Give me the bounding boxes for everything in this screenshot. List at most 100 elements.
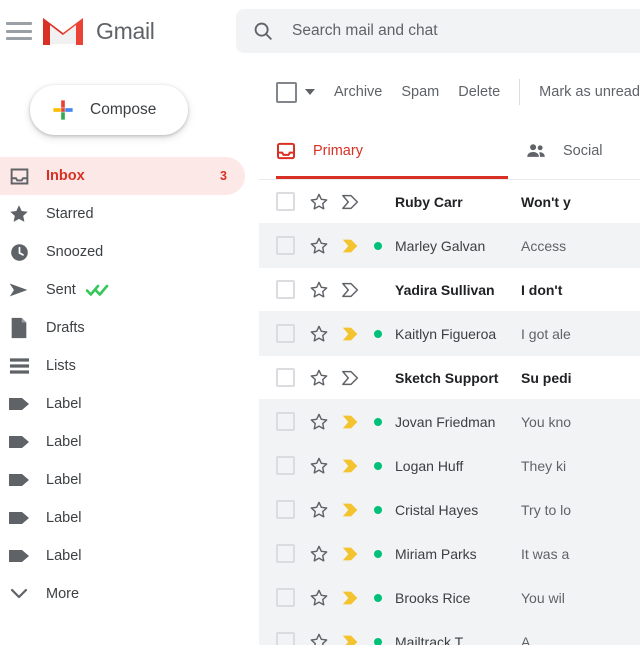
label-icon xyxy=(8,393,30,415)
important-marker-icon[interactable] xyxy=(341,500,361,520)
table-row[interactable]: Ruby Carr Won't y xyxy=(259,180,640,224)
star-icon[interactable] xyxy=(309,632,329,645)
star-icon[interactable] xyxy=(309,236,329,256)
row-checkbox[interactable] xyxy=(276,192,295,211)
spam-button[interactable]: Spam xyxy=(401,84,439,100)
sidebar-item-snoozed[interactable]: Snoozed xyxy=(0,233,245,271)
sidebar-item-more[interactable]: More xyxy=(0,575,245,613)
important-marker-icon[interactable] xyxy=(341,632,361,645)
tab-social[interactable]: Social xyxy=(526,122,603,179)
list-toolbar: Archive Spam Delete Mark as unread xyxy=(259,62,640,122)
row-checkbox[interactable] xyxy=(276,588,295,607)
mark-as-unread-button[interactable]: Mark as unread xyxy=(539,84,640,100)
search-bar[interactable]: Search mail and chat xyxy=(236,9,640,53)
important-marker-icon[interactable] xyxy=(341,368,361,388)
tab-label: Social xyxy=(563,143,603,159)
star-icon xyxy=(8,203,30,225)
compose-button[interactable]: Compose xyxy=(30,85,188,135)
important-marker-icon[interactable] xyxy=(341,588,361,608)
row-checkbox[interactable] xyxy=(276,368,295,387)
chevron-down-icon xyxy=(8,583,30,605)
email-sender: Jovan Friedman xyxy=(395,414,521,430)
brand-name: Gmail xyxy=(96,18,155,45)
sidebar-item-inbox[interactable]: Inbox 3 xyxy=(0,157,245,195)
inbox-unread-badge: 3 xyxy=(220,169,227,183)
label-icon xyxy=(8,545,30,567)
label-icon xyxy=(8,507,30,529)
sidebar-item-starred[interactable]: Starred xyxy=(0,195,245,233)
important-marker-icon[interactable] xyxy=(341,280,361,300)
table-row[interactable]: Yadira Sullivan I don't xyxy=(259,268,640,312)
email-sender: Marley Galvan xyxy=(395,238,521,254)
important-marker-icon[interactable] xyxy=(341,192,361,212)
important-marker-icon[interactable] xyxy=(341,324,361,344)
sidebar-item-label-2[interactable]: Label xyxy=(0,423,245,461)
unread-dot xyxy=(374,638,382,645)
email-subject: Try to lo xyxy=(521,502,640,518)
tab-primary[interactable]: Primary xyxy=(276,122,518,179)
email-sender: Ruby Carr xyxy=(395,194,521,210)
tab-active-underline xyxy=(276,176,508,179)
star-icon[interactable] xyxy=(309,588,329,608)
unread-dot xyxy=(374,594,382,602)
row-checkbox[interactable] xyxy=(276,324,295,343)
star-icon[interactable] xyxy=(309,368,329,388)
important-marker-icon[interactable] xyxy=(341,544,361,564)
row-checkbox[interactable] xyxy=(276,544,295,563)
row-checkbox[interactable] xyxy=(276,280,295,299)
compose-label: Compose xyxy=(90,101,156,119)
sidebar-item-label-3[interactable]: Label xyxy=(0,461,245,499)
hamburger-icon[interactable] xyxy=(6,22,32,40)
table-row[interactable]: Cristal Hayes Try to lo xyxy=(259,488,640,532)
gmail-m-icon xyxy=(42,15,84,47)
google-plus-icon xyxy=(52,99,74,121)
email-subject: You wil xyxy=(521,590,640,606)
row-checkbox[interactable] xyxy=(276,500,295,519)
table-row[interactable]: Miriam Parks It was a xyxy=(259,532,640,576)
sidebar-item-label-4[interactable]: Label xyxy=(0,499,245,537)
row-checkbox[interactable] xyxy=(276,412,295,431)
sidebar-item-label: Snoozed xyxy=(46,244,103,260)
sidebar-item-label: Label xyxy=(46,396,81,412)
email-subject: It was a xyxy=(521,546,640,562)
table-row[interactable]: Marley Galvan Access xyxy=(259,224,640,268)
table-row[interactable]: Jovan Friedman You kno xyxy=(259,400,640,444)
sidebar-item-label: More xyxy=(46,586,79,602)
sidebar-item-sent[interactable]: Sent xyxy=(0,271,245,309)
star-icon[interactable] xyxy=(309,544,329,564)
archive-button[interactable]: Archive xyxy=(334,84,382,100)
row-checkbox[interactable] xyxy=(276,236,295,255)
row-checkbox[interactable] xyxy=(276,632,295,645)
search-input[interactable]: Search mail and chat xyxy=(292,22,438,40)
table-row[interactable]: Mailtrack T A xyxy=(259,620,640,645)
email-sender: Mailtrack T xyxy=(395,634,521,645)
email-subject: A xyxy=(521,634,640,645)
table-row[interactable]: Logan Huff They ki xyxy=(259,444,640,488)
star-icon[interactable] xyxy=(309,500,329,520)
unread-dot xyxy=(374,506,382,514)
table-row[interactable]: Sketch Support Su pedi xyxy=(259,356,640,400)
delete-button[interactable]: Delete xyxy=(458,84,500,100)
star-icon[interactable] xyxy=(309,412,329,432)
sidebar-item-drafts[interactable]: Drafts xyxy=(0,309,245,347)
table-row[interactable]: Brooks Rice You wil xyxy=(259,576,640,620)
star-icon[interactable] xyxy=(309,280,329,300)
gmail-app: Gmail Search mail and chat Compose xyxy=(0,0,640,645)
email-subject: I got ale xyxy=(521,326,640,342)
row-checkbox[interactable] xyxy=(276,456,295,475)
table-row[interactable]: Kaitlyn Figueroa I got ale xyxy=(259,312,640,356)
sidebar-nav: Inbox 3 Starred Snoozed Sent xyxy=(0,157,259,613)
select-all-checkbox[interactable] xyxy=(276,82,297,103)
sidebar-item-lists[interactable]: Lists xyxy=(0,347,245,385)
sidebar-item-label-1[interactable]: Label xyxy=(0,385,245,423)
star-icon[interactable] xyxy=(309,324,329,344)
important-marker-icon[interactable] xyxy=(341,456,361,476)
chevron-down-icon[interactable] xyxy=(305,89,315,95)
sidebar-item-label-5[interactable]: Label xyxy=(0,537,245,575)
important-marker-icon[interactable] xyxy=(341,412,361,432)
sidebar-item-label: Label xyxy=(46,548,81,564)
star-icon[interactable] xyxy=(309,456,329,476)
star-icon[interactable] xyxy=(309,192,329,212)
email-subject: Su pedi xyxy=(521,370,640,386)
important-marker-icon[interactable] xyxy=(341,236,361,256)
